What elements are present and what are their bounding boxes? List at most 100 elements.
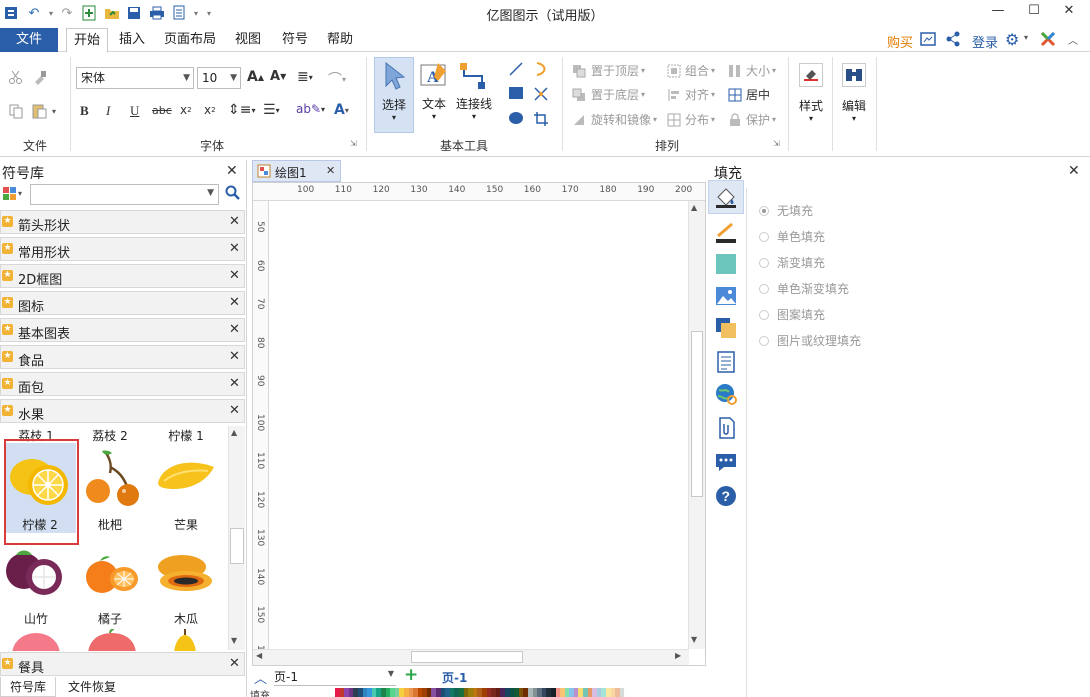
cut-icon[interactable] (8, 69, 24, 85)
color-palette-bar[interactable] (335, 687, 631, 697)
select-tool-button[interactable]: 选择 ▾ (374, 57, 414, 133)
library-search-input[interactable]: ▼ (30, 184, 219, 205)
scroll-thumb[interactable] (691, 331, 703, 497)
library-category-fruit[interactable]: ★ 水果 ✕ (0, 399, 245, 423)
image-icon[interactable] (714, 284, 738, 311)
fill-option-single-gradient[interactable]: 单色渐变填充 (759, 280, 849, 297)
size-button[interactable]: 大小 ▾ (728, 62, 776, 79)
close-tab-icon[interactable]: ✕ (326, 164, 335, 177)
document-tab[interactable]: 绘图1 ✕ (252, 160, 341, 182)
page-tab[interactable]: 页-1 (442, 669, 467, 686)
close-category-icon[interactable]: ✕ (229, 268, 240, 283)
fill-panel-button[interactable] (708, 180, 744, 214)
library-category-2d-block[interactable]: ★ 2D框图 ✕ (0, 264, 245, 288)
library-category-common-shapes[interactable]: ★ 常用形状 ✕ (0, 237, 245, 261)
fill-option-solid[interactable]: 单色填充 (759, 228, 825, 245)
data-properties-icon[interactable] (714, 350, 738, 377)
send-to-back-button[interactable]: 置于底层 ▾ (572, 86, 645, 103)
font-color-icon[interactable]: A ▾ (334, 102, 349, 118)
tab-symbol-library[interactable]: 符号库 (0, 677, 56, 697)
page-select[interactable]: 页-1 ▼ (274, 668, 396, 686)
ellipse-icon[interactable] (508, 111, 524, 125)
italic-icon[interactable]: I (106, 103, 110, 119)
help-icon[interactable]: ? (714, 484, 738, 511)
shape-apple-partial[interactable] (86, 628, 140, 651)
tab-home[interactable]: 开始 (66, 28, 108, 53)
group-button[interactable]: 组合 ▾ (667, 62, 715, 79)
close-category-icon[interactable]: ✕ (229, 349, 240, 364)
align-text-icon[interactable]: ≣ ▾ (297, 69, 313, 85)
shape-orange[interactable]: 橘子 (74, 539, 146, 627)
tab-help[interactable]: 帮助 (320, 28, 360, 52)
library-category-basic-charts[interactable]: ★ 基本图表 ✕ (0, 318, 245, 342)
file-menu-tab[interactable]: 文件 (0, 28, 58, 52)
tab-page-layout[interactable]: 页面布局 (160, 28, 220, 52)
format-painter-icon[interactable] (32, 69, 48, 85)
close-window-icon[interactable]: ✕ (1058, 3, 1080, 21)
rotate-mirror-button[interactable]: 旋转和镜像 ▾ (572, 111, 657, 128)
add-page-icon[interactable]: + (404, 665, 418, 685)
collapse-ribbon-icon[interactable]: ︿ (1068, 32, 1078, 47)
close-category-icon[interactable]: ✕ (229, 295, 240, 310)
buy-link[interactable]: 购买 (887, 32, 913, 51)
share-icon[interactable] (945, 31, 961, 50)
close-category-icon[interactable]: ✕ (229, 214, 240, 229)
line-spacing-icon[interactable]: ⇕≡ ▾ (228, 102, 255, 118)
bullet-list-icon[interactable]: ☰ ▾ (263, 102, 280, 118)
increase-font-icon[interactable]: A ▲ (247, 69, 264, 85)
strikethrough-icon[interactable]: abc (152, 104, 172, 117)
close-category-icon[interactable]: ✕ (229, 403, 240, 418)
font-dialog-launcher-icon[interactable]: ⇲ (350, 139, 357, 148)
scroll-up-icon[interactable]: ▲ (231, 428, 237, 437)
align-button[interactable]: 对齐 ▾ (667, 86, 715, 103)
library-grid-icon[interactable]: ▾ (2, 186, 22, 205)
close-category-icon[interactable]: ✕ (229, 322, 240, 337)
subscript-icon[interactable]: x2 (180, 103, 192, 117)
shape-peach-partial[interactable] (8, 631, 62, 651)
settings-gear-icon[interactable]: ⚙ (1005, 30, 1019, 49)
close-category-icon[interactable]: ✕ (229, 376, 240, 391)
canvas-horizontal-scrollbar[interactable]: ◀ ▶ (253, 649, 689, 665)
library-category-icons[interactable]: ★ 图标 ✕ (0, 291, 245, 315)
close-fill-panel-icon[interactable]: ✕ (1068, 163, 1080, 179)
scroll-down-icon[interactable]: ▼ (691, 635, 697, 644)
scroll-right-icon[interactable]: ▶ (675, 651, 681, 660)
library-category-tableware[interactable]: ★ 餐具 ✕ (0, 652, 245, 676)
hyperlink-globe-icon[interactable] (714, 382, 738, 409)
text-tool-button[interactable]: A 文本 ▾ (414, 57, 454, 133)
minimize-icon[interactable]: — (987, 3, 1009, 21)
protect-button[interactable]: 保护 ▾ (728, 111, 776, 128)
shape-papaya[interactable]: 木瓜 (150, 539, 222, 627)
scroll-up-icon[interactable]: ▲ (691, 203, 697, 212)
line-style-icon[interactable] (714, 220, 738, 247)
maximize-icon[interactable]: ☐ (1023, 3, 1045, 21)
style-button[interactable]: 样式 ▾ (792, 57, 830, 133)
fill-option-gradient[interactable]: 渐变填充 (759, 254, 825, 271)
tab-file-recovery[interactable]: 文件恢复 (60, 677, 124, 697)
shape-mangosteen[interactable]: 山竹 (0, 539, 72, 627)
font-size-select[interactable]: 10 ▼ (197, 67, 241, 89)
scroll-thumb[interactable] (411, 651, 523, 663)
search-icon[interactable] (225, 185, 241, 204)
shape-mango[interactable]: 芒果 (150, 443, 222, 533)
bold-icon[interactable]: B (80, 103, 89, 119)
tab-view[interactable]: 视图 (228, 28, 268, 52)
close-category-icon[interactable]: ✕ (229, 241, 240, 256)
library-scrollbar[interactable]: ▲ ▼ (228, 426, 245, 650)
drawing-canvas[interactable]: 100 110 120 130 140 150 160 170 180 190 200 50 60 70… (252, 182, 706, 666)
plugin-icon[interactable] (1040, 31, 1056, 50)
layers-icon[interactable] (714, 316, 738, 343)
close-panel-icon[interactable]: ✕ (226, 163, 238, 179)
copy-icon[interactable] (8, 103, 24, 119)
text-curve-icon[interactable]: ⌒ ▾ (328, 69, 346, 89)
shadow-icon[interactable] (714, 252, 738, 279)
expand-up-icon[interactable]: ︿ (254, 668, 267, 687)
center-button[interactable]: 居中 (728, 86, 770, 103)
library-category-arrow-shapes[interactable]: ★ 箭头形状 ✕ (0, 210, 245, 234)
crop-icon[interactable] (533, 111, 549, 127)
scroll-left-icon[interactable]: ◀ (256, 651, 262, 660)
tab-insert[interactable]: 插入 (112, 28, 152, 52)
decrease-font-icon[interactable]: A ▼ (270, 69, 286, 84)
library-category-bread[interactable]: ★ 面包 ✕ (0, 372, 245, 396)
color-swatch[interactable] (624, 688, 629, 697)
